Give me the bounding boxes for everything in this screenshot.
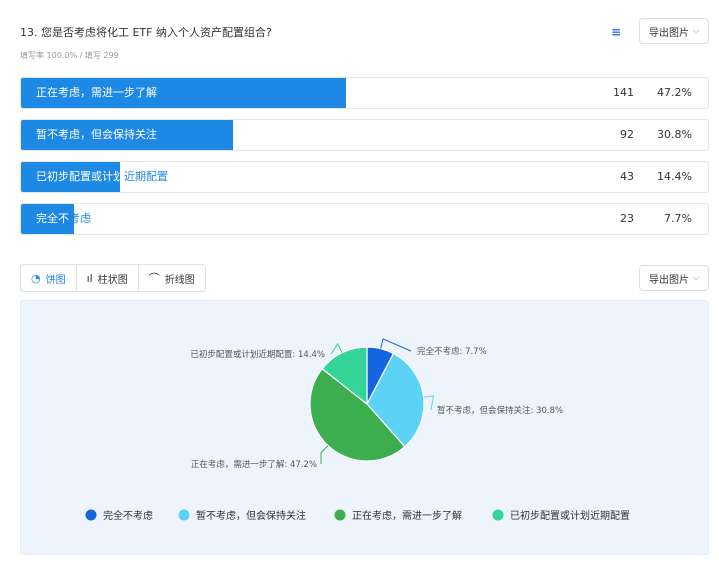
slice-label: 暂不考虑，但会保持关注: 30.8% bbox=[437, 405, 563, 416]
result-percent: 14.4% bbox=[657, 170, 692, 183]
tab-line[interactable]: ⌒ 折线图 bbox=[139, 265, 205, 291]
result-row: 正在考虑，需进一步了解 141 47.2% bbox=[20, 77, 709, 109]
slice-label: 完全不考虑: 7.7% bbox=[417, 346, 487, 357]
result-count: 92 bbox=[620, 128, 634, 141]
leader-line bbox=[330, 342, 343, 355]
tab-label: 柱状图 bbox=[97, 274, 128, 286]
slice-label: 正在考虑，需进一步了解: 47.2% bbox=[191, 459, 317, 470]
result-count: 23 bbox=[620, 212, 634, 225]
export-label: 导出图片 bbox=[648, 27, 689, 39]
tab-label: 饼图 bbox=[45, 274, 66, 286]
export-label: 导出图片 bbox=[648, 274, 689, 286]
legend-item[interactable]: 已初步配置或计划近期配置 bbox=[492, 509, 631, 522]
legend-label: 暂不考虑，但会保持关注 bbox=[196, 509, 306, 522]
tab-label: 折线图 bbox=[164, 274, 195, 286]
result-label: 已初步配置或计划近期配置 bbox=[36, 170, 168, 183]
export-image-button-top[interactable]: 导出图片 ⌵ bbox=[639, 18, 709, 44]
result-row: 暂不考虑，但会保持关注 92 30.8% bbox=[20, 119, 709, 151]
chevron-down-icon: ⌵ bbox=[692, 273, 700, 282]
tab-bar[interactable]: ıl 柱状图 bbox=[77, 265, 139, 291]
slice-label: 已初步配置或计划近期配置: 14.4% bbox=[190, 349, 325, 360]
result-row: 完全不考虑 23 7.7% bbox=[20, 203, 709, 235]
question-meta: 填写率 100.0% / 填写 299 bbox=[20, 51, 119, 60]
result-row: 已初步配置或计划近期配置 43 14.4% bbox=[20, 161, 709, 193]
chart-type-tabs: ◔ 饼图 ıl 柱状图 ⌒ 折线图 bbox=[20, 264, 206, 292]
pie-chart: 完全不考虑: 7.7% 暂不考虑，但会保持关注: 30.8% 正在考虑，需进一步了解… bbox=[85, 338, 631, 522]
leader-line bbox=[423, 395, 435, 411]
leader-line bbox=[380, 338, 412, 352]
result-label: 暂不考虑，但会保持关注 bbox=[36, 128, 157, 141]
leader-line bbox=[320, 445, 329, 465]
legend-swatch bbox=[492, 509, 504, 521]
legend-swatch bbox=[85, 509, 97, 521]
chevron-down-icon: ⌵ bbox=[692, 26, 700, 35]
tab-pie[interactable]: ◔ 饼图 bbox=[21, 265, 77, 291]
result-count: 141 bbox=[613, 86, 634, 99]
result-label: 正在考虑，需进一步了解 bbox=[36, 86, 157, 99]
chart-panel: 完全不考虑: 7.7% 暂不考虑，但会保持关注: 30.8% 正在考虑，需进一步了解… bbox=[20, 300, 709, 555]
legend-item[interactable]: 正在考虑，需进一步了解 bbox=[334, 509, 463, 522]
legend-label: 完全不考虑 bbox=[103, 509, 153, 522]
export-image-button-chart[interactable]: 导出图片 ⌵ bbox=[639, 265, 709, 291]
legend-item[interactable]: 暂不考虑，但会保持关注 bbox=[178, 509, 307, 522]
legend-swatch bbox=[334, 509, 346, 521]
legend-item[interactable]: 完全不考虑 bbox=[85, 509, 154, 522]
question-title: 13. 您是否考虑将化工 ETF 纳入个人资产配置组合? bbox=[20, 26, 272, 39]
line-chart-icon: ⌒ bbox=[148, 272, 160, 285]
legend-label: 已初步配置或计划近期配置 bbox=[510, 509, 630, 522]
pie-icon: ◔ bbox=[31, 271, 41, 285]
result-percent: 47.2% bbox=[657, 86, 692, 99]
bar-chart-icon: ıl bbox=[86, 271, 93, 285]
result-percent: 7.7% bbox=[664, 212, 692, 225]
legend-swatch bbox=[178, 509, 190, 521]
result-label: 完全不考虑 bbox=[36, 212, 91, 225]
list-icon[interactable]: ≡ bbox=[611, 25, 621, 39]
result-count: 43 bbox=[620, 170, 634, 183]
result-percent: 30.8% bbox=[657, 128, 692, 141]
legend-label: 正在考虑，需进一步了解 bbox=[352, 509, 462, 522]
